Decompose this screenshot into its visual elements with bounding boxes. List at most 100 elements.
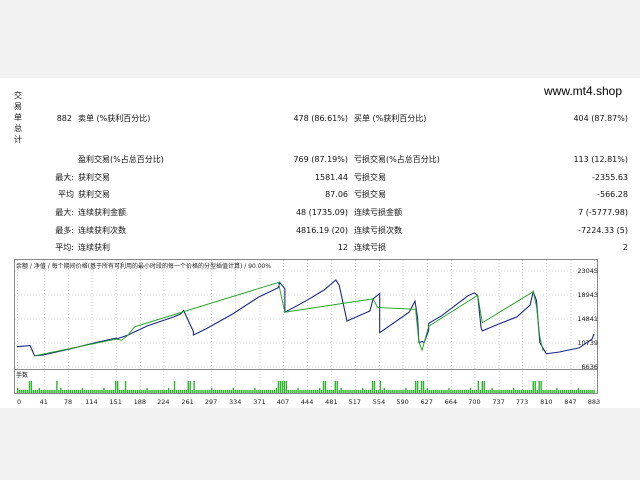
loss-trades-label: 亏损交易(%占总百分比): [354, 155, 440, 164]
volume-bar: [363, 390, 366, 393]
volume-bar: [260, 390, 262, 393]
volume-bar: [295, 390, 297, 393]
volume-bar: [140, 390, 142, 393]
volume-bar: [324, 381, 327, 393]
volume-bar: [434, 390, 436, 393]
x-tick-label: 737: [492, 398, 504, 406]
volume-bar: [269, 390, 272, 393]
volume-bar: [414, 381, 417, 393]
x-tick-label: 773: [516, 398, 528, 406]
volume-bar: [375, 390, 378, 393]
volume-bar: [516, 390, 519, 393]
volume-bar: [113, 390, 115, 393]
avg-row-label: 平均: [58, 190, 74, 199]
y-tick-label: 14841: [577, 315, 598, 323]
volume-bar: [311, 390, 313, 393]
volume-bar: [205, 390, 207, 393]
volume-bar: [254, 388, 256, 393]
volume-bar: [150, 390, 152, 393]
volume-bar: [558, 390, 560, 393]
volume-bar: [146, 388, 148, 393]
volume-bar: [467, 390, 470, 393]
volume-bar: [107, 390, 109, 393]
volume-bar: [571, 390, 574, 393]
volume-bar: [177, 390, 180, 393]
profit-trades-label: 盈利交易(%占总百分比): [78, 155, 164, 164]
volume-bar: [136, 390, 138, 393]
volume-bar: [248, 390, 250, 393]
x-tick-label: 297: [205, 398, 217, 406]
volume-bar: [103, 388, 105, 393]
volume-bar: [169, 390, 172, 393]
volume-bar: [591, 390, 593, 393]
volume-bar: [271, 390, 274, 393]
volume-bar: [418, 390, 421, 393]
volume-bar: [111, 390, 113, 393]
volume-bar: [358, 390, 360, 393]
volume-bar: [487, 390, 489, 393]
volume-bar: [389, 390, 391, 393]
volume-bar: [346, 390, 348, 393]
avg2-row-label: 平均:: [55, 243, 74, 252]
volume-bar: [501, 390, 503, 393]
x-tick-label: 444: [301, 398, 313, 406]
volume-bar: [411, 390, 413, 393]
volume-bar: [383, 388, 385, 393]
volume-bar: [216, 390, 219, 393]
volume-bar: [218, 390, 221, 393]
volume-bar: [40, 390, 42, 393]
volume-bar: [430, 390, 433, 393]
volume-bar: [563, 390, 566, 393]
volume-bar: [320, 390, 323, 393]
volume-bar: [30, 381, 33, 393]
y-tick-label: 23045: [577, 267, 598, 275]
most-row-label: 最多:: [55, 226, 74, 235]
volume-bar: [532, 381, 534, 393]
volume-bar: [534, 381, 536, 393]
volume-bar: [148, 390, 150, 393]
volume-bar: [422, 381, 425, 393]
volume-bar: [567, 390, 570, 393]
max-row-label: 最大:: [55, 173, 74, 182]
volume-bar: [497, 390, 499, 393]
cons-loss-count-value: -7224.33 (5): [578, 226, 628, 235]
volume-bar: [493, 390, 495, 393]
volume-bar: [581, 390, 583, 393]
volume-bar: [460, 390, 462, 393]
volume-bar: [250, 390, 252, 393]
volume-bar: [191, 390, 193, 393]
volume-bar: [75, 390, 78, 393]
volume-bar: [365, 390, 368, 393]
volume-bar: [164, 390, 166, 393]
volume-bar: [426, 388, 429, 393]
volume-bar: [495, 390, 497, 393]
volume-bar: [546, 390, 548, 393]
volume-bar: [99, 390, 101, 393]
volume-bar: [24, 390, 27, 393]
volume-bar: [60, 388, 62, 393]
x-tick-label: 847: [564, 398, 576, 406]
volume-bar: [352, 390, 354, 393]
volume-bar: [175, 390, 178, 393]
volume-bar: [556, 388, 558, 393]
volume-bar: [283, 381, 286, 393]
volume-bar: [20, 390, 23, 393]
volume-bar: [477, 381, 480, 393]
volume-bar: [73, 390, 76, 393]
volume-bar: [322, 381, 325, 393]
volume-bar: [46, 390, 48, 393]
volume-bar: [409, 390, 411, 393]
volume-bar: [71, 390, 74, 393]
y-tick-label: 18943: [577, 291, 598, 299]
x-tick-label: 810: [540, 398, 552, 406]
volume-bar: [89, 390, 91, 393]
x-tick-label: 0: [17, 398, 21, 406]
balance-chart-svg: 余额 / 净值 / 每个期间价格(基于所有可利用的最小时段的每一个价格的分型插值…: [14, 259, 600, 406]
volume-bar: [420, 381, 423, 393]
volume-bar: [48, 390, 50, 393]
y-tick-label: 6636: [581, 363, 598, 371]
volume-bar: [277, 381, 280, 393]
loss-trades-value: 113 (12.81%): [573, 155, 628, 164]
volume-bar: [314, 390, 317, 393]
volume-bar: [201, 390, 203, 393]
